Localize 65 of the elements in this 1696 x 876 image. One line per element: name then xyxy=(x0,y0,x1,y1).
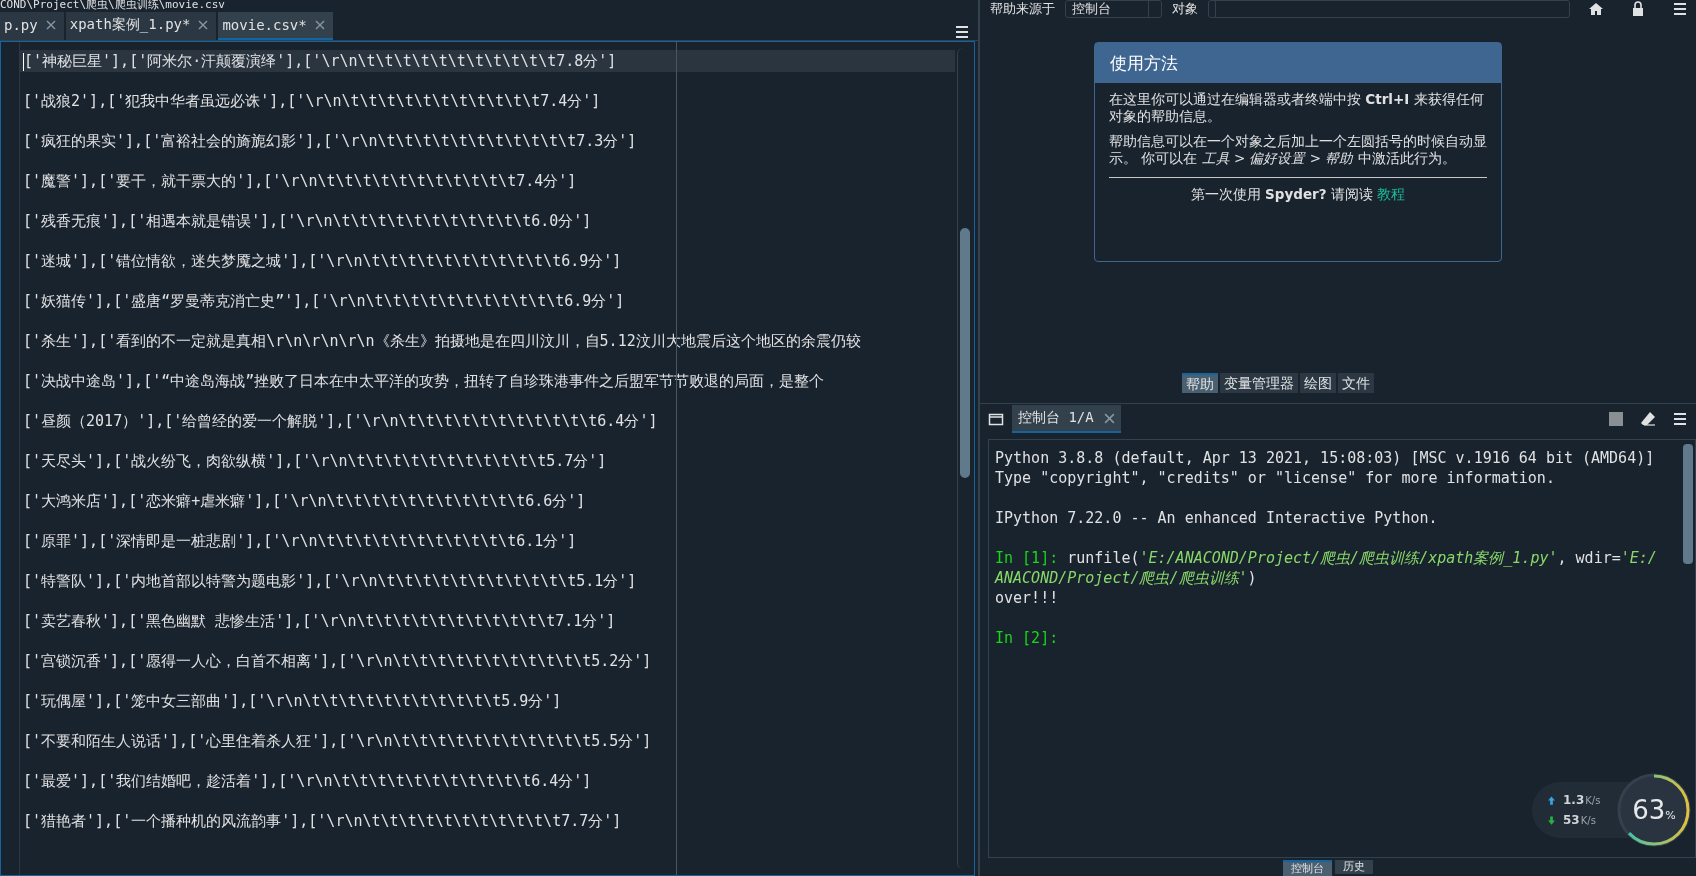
code-line: ['最爱'],['我们结婚吧，趁活着'],['\r\n\t\t\t\t\t\t\t\t\t\t\t6.4分'] xyxy=(22,771,592,792)
close-icon[interactable] xyxy=(1103,412,1115,424)
console-output: over!!! xyxy=(995,588,1060,608)
code-line: ['残香无痕'],['相遇本就是错误'],['\r\n\t\t\t\t\t\t\t\t\t\t\t6.0分'] xyxy=(22,211,592,232)
pane-tab[interactable]: 绘图 xyxy=(1300,373,1336,393)
code-line: ['迷城'],['错位情欲，迷失梦魇之城'],['\r\n\t\t\t\t\t\t\t\t\t\t\t6.9分'] xyxy=(22,251,622,272)
tutorial-link[interactable]: 教程 xyxy=(1377,186,1406,202)
editor-tab[interactable]: xpath案例_1.py* xyxy=(65,12,217,40)
down-arrow-icon xyxy=(1546,814,1557,826)
object-label: 对象 xyxy=(1172,1,1199,17)
menu-icon[interactable] xyxy=(954,24,970,40)
stop-icon[interactable] xyxy=(1608,411,1624,427)
help-paragraph: 帮助信息可以在一个对象之后加上一个左圆括号的时候自动显示。 你可以在 工具 > 偏好设置 > 帮助 中激活此行为。 xyxy=(1109,133,1487,167)
code-line: ['昼颜（2017）'],['给曾经的爱一个解脱'],['\r\n\t\t\t\t\t\t\t\t\t\t\t6.4分'] xyxy=(22,411,658,432)
upload-speed: 1.3 xyxy=(1563,793,1585,807)
usage-percent: 63 xyxy=(1632,795,1666,825)
code-line: ['特警队'],['内地首部以特警为题电影'],['\r\n\t\t\t\t\t\t\t\t\t\t\t5.1分'] xyxy=(22,571,637,592)
help-footer: 第一次使用 Spyder? 请阅读 教程 xyxy=(1109,186,1487,204)
editor-tab[interactable]: movie.csv* xyxy=(218,12,333,40)
home-icon[interactable] xyxy=(1588,1,1604,17)
code-line: ['宫锁沉香'],['愿得一人心，白首不相离'],['\r\n\t\t\t\t\t\t\t\t\t\t\t5.2分'] xyxy=(22,651,652,672)
speed-unit: K/s xyxy=(1585,794,1601,806)
close-icon[interactable] xyxy=(45,20,56,30)
pane-tab[interactable]: 历史 xyxy=(1335,860,1373,874)
pane-tab[interactable]: 帮助 xyxy=(1182,373,1218,393)
lock-icon[interactable] xyxy=(1630,1,1646,17)
pane-tab[interactable]: 变量管理器 xyxy=(1220,373,1298,393)
up-arrow-icon xyxy=(1546,794,1557,806)
menu-icon[interactable] xyxy=(1672,1,1688,17)
pane-tab[interactable]: 控制台 xyxy=(1283,860,1332,876)
code-line: ['猎艳者'],['一个播种机的风流韵事'],['\r\n\t\t\t\t\t\t\t\t\t\t\t7.7分'] xyxy=(22,811,622,832)
code-line: ['天尽头'],['战火纷飞，肉欲纵横'],['\r\n\t\t\t\t\t\t\t\t\t\t\t5.7分'] xyxy=(22,451,607,472)
help-paragraph: 在这里你可以通过在编辑器或者终端中按 Ctrl+I 来获得任何对象的帮助信息。 xyxy=(1109,91,1485,125)
code-line: ['原罪'],['深情即是一桩悲剧'],['\r\n\t\t\t\t\t\t\t\t\t\t\t6.1分'] xyxy=(22,531,577,552)
close-icon[interactable] xyxy=(198,20,209,30)
scrollbar[interactable] xyxy=(1683,444,1693,564)
speed-unit: K/s xyxy=(1580,814,1596,826)
window-icon[interactable] xyxy=(988,411,1004,427)
code-line: ['魔警'],['要干，就干票大的'],['\r\n\t\t\t\t\t\t\t\t\t\t\t7.4分'] xyxy=(22,171,577,192)
code-line: ['不要和陌生人说话'],['心里住着杀人狂'],['\r\n\t\t\t\t\t\t\t\t\t\t\t5.5分'] xyxy=(22,731,652,752)
code-line: ['大鸿米店'],['恋米癖+虐米癖'],['\r\n\t\t\t\t\t\t\t\t\t\t\t6.6分'] xyxy=(22,491,586,512)
console-tab[interactable]: 控制台 1/A xyxy=(1012,405,1121,433)
source-dropdown[interactable]: 控制台 xyxy=(1065,0,1163,18)
download-speed: 53 xyxy=(1563,813,1580,827)
code-line: ['决战中途岛'],['“中途岛海战”挫败了日本在中太平洋的攻势，扭转了自珍珠港事件之后盟军节节败退的局面，是整个 xyxy=(22,371,825,392)
code-line: ['妖猫传'],['盛唐“罗曼蒂克消亡史”'],['\r\n\t\t\t\t\t\t\t\t\t\t\t6.9分'] xyxy=(22,291,625,312)
eraser-icon[interactable] xyxy=(1640,411,1656,427)
scrollbar-thumb[interactable] xyxy=(960,228,970,478)
object-field[interactable] xyxy=(1208,0,1570,18)
close-icon[interactable] xyxy=(314,20,325,30)
editor-tab[interactable]: p.py xyxy=(0,12,64,40)
percent-sign: % xyxy=(1665,809,1676,822)
pane-tab[interactable]: 文件 xyxy=(1338,373,1374,393)
text-cursor xyxy=(23,52,24,71)
code-line: ['玩偶屋'],['笼中女三部曲'],['\r\n\t\t\t\t\t\t\t\t\t\t\t5.9分'] xyxy=(22,691,562,712)
console-command-text: In [1]: runfile('E:/ANACOND/Project/爬虫/爬虫训练/xpath案例_1.py', wdir='E:/ANACOND/Project/爬虫/爬虫训练') xyxy=(995,548,1658,588)
code-line: ['战狼2'],['犯我中华者虽远必诛'],['\r\n\t\t\t\t\t\t\t\t\t\t\t7.4分'] xyxy=(22,91,601,112)
code-line: ['卖艺春秋'],['黑色幽默 悲惨生活'],['\r\n\t\t\t\t\t\t\t\t\t\t\t7.1分'] xyxy=(22,611,616,632)
code-line: ['疯狂的果实'],['富裕社会的旖旎幻影'],['\r\n\t\t\t\t\t\t\t\t\t\t\t7.3分'] xyxy=(22,131,637,152)
source-label: 帮助来源于 xyxy=(990,1,1055,17)
console-command-text: In [2]: xyxy=(995,628,1060,648)
console-text: Python 3.8.8 (default, Apr 13 2021, 15:08:03) [MSC v.1916 64 bit (AMD64)] Type "copyright", "credits" or "license" for more information. xyxy=(995,448,1656,488)
menu-icon[interactable] xyxy=(1672,411,1688,427)
card-title: 使用方法 xyxy=(1095,43,1501,83)
console-text: IPython 7.22.0 -- An enhanced Interactive Python. xyxy=(995,508,1439,528)
